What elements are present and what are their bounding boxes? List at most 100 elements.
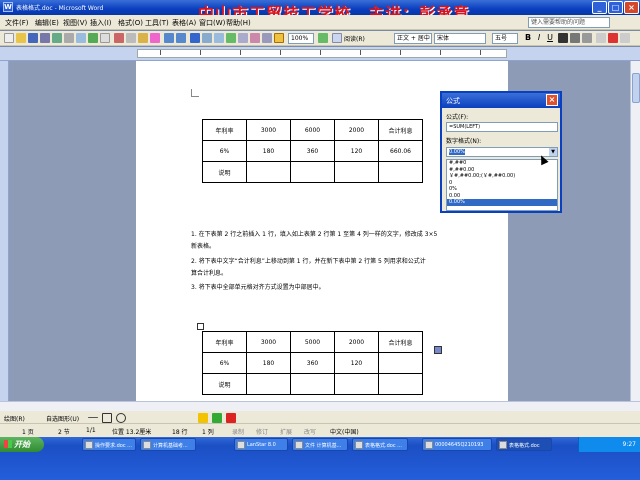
cut-icon[interactable] [114, 33, 124, 43]
research-icon[interactable] [100, 33, 110, 43]
taskbar-item[interactable]: 操作要求.doc ... [82, 438, 136, 451]
new-document-icon[interactable] [4, 33, 14, 43]
formula-input[interactable]: =SUM(LEFT) [446, 122, 558, 132]
start-button[interactable]: 开始 [0, 437, 44, 452]
font-size-select[interactable]: 五号 [492, 33, 518, 44]
table-cell[interactable]: 2000 [334, 331, 379, 353]
read-icon[interactable] [332, 33, 342, 43]
line-icon[interactable] [88, 417, 98, 418]
fill-color-icon[interactable] [198, 413, 208, 423]
table-cell[interactable] [378, 373, 423, 395]
tables-borders-icon[interactable] [202, 33, 212, 43]
table-cell[interactable]: 年利率 [202, 331, 247, 353]
table-top[interactable]: 年利率 3000 6000 2000 合计利息 6% 180 360 120 6… [202, 119, 423, 183]
table-bottom[interactable]: 年利率 3000 5000 2000 合计利息 6% 180 360 120 说… [202, 331, 423, 395]
line-color-icon[interactable] [212, 413, 222, 423]
char-border-icon[interactable] [570, 33, 580, 43]
drawing-icon[interactable] [250, 33, 260, 43]
draw-menu[interactable]: 绘图(R) [4, 414, 25, 423]
horizontal-ruler[interactable] [0, 47, 640, 61]
undo-icon[interactable] [164, 33, 174, 43]
document-map-icon[interactable] [262, 33, 272, 43]
instruction-line[interactable]: 新表格。 [191, 242, 215, 252]
table-cell[interactable]: 120 [334, 352, 379, 374]
rectangle-icon[interactable] [102, 413, 112, 423]
table-cell[interactable]: 年利率 [202, 119, 247, 141]
table-cell[interactable] [290, 161, 335, 183]
number-format-list[interactable]: #,##0 #,##0.00 ￥#,##0.00;(￥#,##0.00) 0 0… [446, 159, 558, 211]
paragraph-mark-icon[interactable] [274, 33, 284, 43]
save-icon[interactable] [28, 33, 38, 43]
paste-icon[interactable] [138, 33, 148, 43]
print-preview-icon[interactable] [76, 33, 86, 43]
insert-excel-icon[interactable] [226, 33, 236, 43]
spelling-icon[interactable] [88, 33, 98, 43]
status-ovr[interactable]: 改写 [304, 427, 316, 436]
table-cell[interactable] [334, 373, 379, 395]
help-search-input[interactable]: 键入需要帮助的问题 [528, 17, 610, 28]
redo-icon[interactable] [176, 33, 186, 43]
minimize-icon[interactable]: _ [592, 1, 607, 14]
table-cell[interactable]: 120 [334, 140, 379, 162]
list-item[interactable]: 0.00% [447, 199, 557, 206]
table-resize-handle-icon[interactable] [434, 346, 442, 354]
menu-format[interactable]: 格式(O) [118, 18, 143, 28]
menu-edit[interactable]: 编辑(E) [35, 18, 59, 28]
status-rev[interactable]: 修订 [256, 427, 268, 436]
hyperlink-icon[interactable] [190, 33, 200, 43]
menu-help[interactable]: 帮助(H) [226, 18, 251, 28]
align-right-icon[interactable] [620, 33, 630, 43]
table-cell[interactable] [334, 161, 379, 183]
oval-icon[interactable] [116, 413, 126, 423]
format-painter-icon[interactable] [150, 33, 160, 43]
table-cell[interactable]: 6% [202, 140, 247, 162]
menu-file[interactable]: 文件(F) [5, 18, 29, 28]
status-rec[interactable]: 录制 [232, 427, 244, 436]
permission-icon[interactable] [40, 33, 50, 43]
table-cell[interactable]: 2000 [334, 119, 379, 141]
font-color-draw-icon[interactable] [226, 413, 236, 423]
taskbar-item[interactable]: 表格格式.doc ... [352, 438, 408, 451]
table-cell[interactable]: 5000 [290, 331, 335, 353]
table-cell[interactable]: 合计利息 [378, 331, 423, 353]
print-icon[interactable] [64, 33, 74, 43]
menu-window[interactable]: 窗口(W) [199, 18, 225, 28]
taskbar-item[interactable]: 00004645Q210193 [422, 438, 492, 451]
char-shading-icon[interactable] [582, 33, 592, 43]
instruction-line[interactable]: 1. 在下表第 2 行之前插入 1 行，填入如上表第 2 行第 1 至第 4 列… [191, 230, 437, 240]
table-cell[interactable]: 3000 [246, 119, 291, 141]
menu-tools[interactable]: 工具(T) [145, 18, 169, 28]
autoshapes-menu[interactable]: 自选图形(U) [46, 414, 79, 423]
open-icon[interactable] [16, 33, 26, 43]
table-cell[interactable] [378, 352, 423, 374]
copy-icon[interactable] [126, 33, 136, 43]
table-cell[interactable] [290, 373, 335, 395]
table-cell[interactable] [246, 161, 291, 183]
status-ext[interactable]: 扩展 [280, 427, 292, 436]
read-button[interactable]: 阅读(R) [344, 34, 365, 43]
font-select[interactable]: 宋体 [434, 33, 486, 44]
vertical-ruler[interactable] [0, 61, 9, 401]
table-cell[interactable]: 180 [246, 352, 291, 374]
instruction-line[interactable]: 算合计利息。 [191, 269, 227, 279]
font-color-icon[interactable] [558, 33, 568, 43]
table-cell[interactable] [246, 373, 291, 395]
vertical-scrollbar[interactable] [630, 61, 640, 401]
table-move-handle-icon[interactable] [197, 323, 204, 330]
align-center-icon[interactable] [608, 33, 618, 43]
menu-insert[interactable]: 插入(I) [90, 18, 112, 28]
italic-icon[interactable]: I [534, 33, 544, 43]
taskbar-item-active[interactable]: 表格格式.doc [496, 438, 552, 451]
align-left-icon[interactable] [596, 33, 606, 43]
table-cell[interactable]: 说明 [202, 161, 247, 183]
word-app-icon[interactable]: W [3, 2, 13, 12]
table-cell[interactable]: 660.06 [378, 140, 423, 162]
menu-table[interactable]: 表格(A) [172, 18, 196, 28]
insert-table-icon[interactable] [214, 33, 224, 43]
clock[interactable]: 9:27 [623, 441, 636, 448]
chevron-down-icon[interactable]: ▼ [549, 148, 557, 156]
style-select[interactable]: 正文 + 居中 [394, 33, 432, 44]
maximize-icon[interactable]: □ [608, 1, 623, 14]
instruction-line[interactable]: 3. 将下表中全部单元格对齐方式设置为中部居中。 [191, 283, 325, 293]
table-cell[interactable]: 3000 [246, 331, 291, 353]
